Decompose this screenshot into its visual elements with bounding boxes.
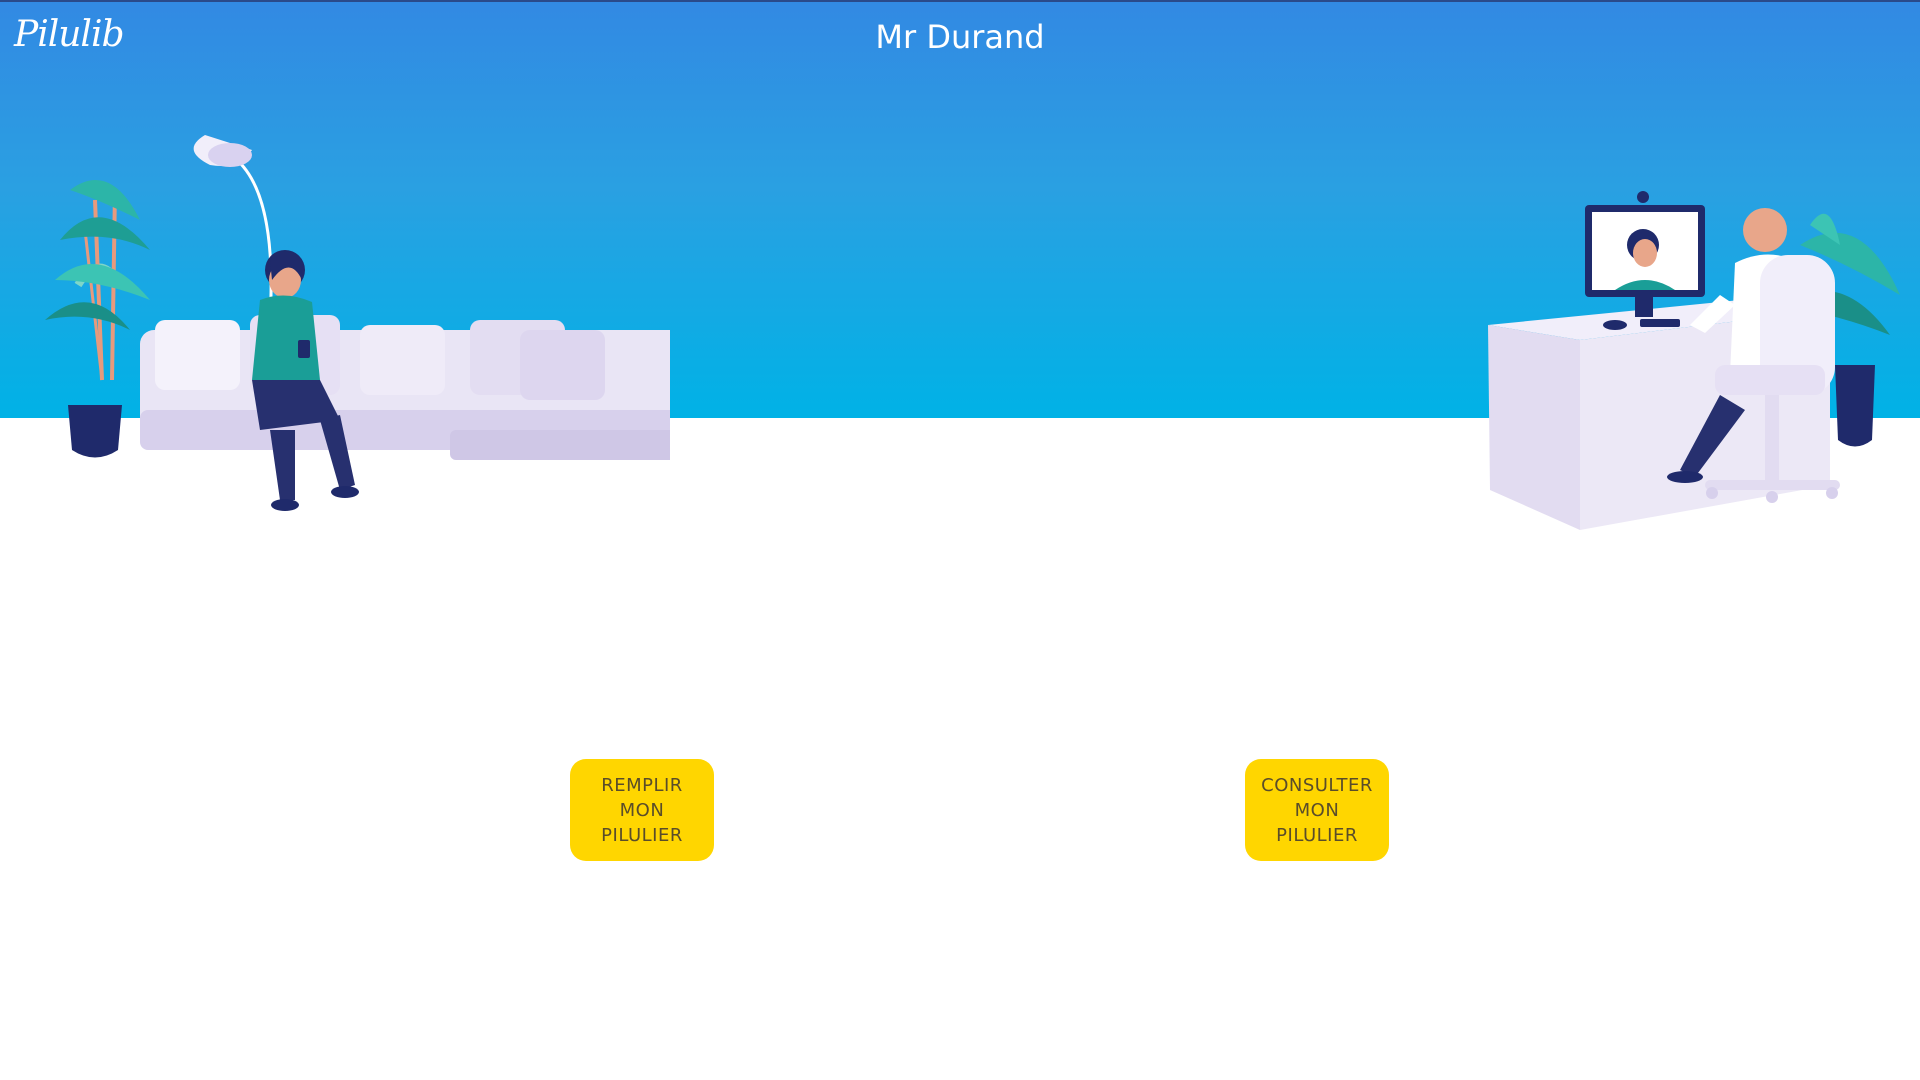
sofa-icon <box>140 315 670 460</box>
page-title: Mr Durand <box>875 18 1045 56</box>
woman-on-sofa-illustration <box>45 135 670 511</box>
floor-lamp-icon <box>193 135 273 321</box>
plant-left-icon <box>45 180 150 458</box>
fill-pillbox-button[interactable]: REMPLIR MON PILULIER <box>570 759 714 861</box>
top-border <box>0 0 1920 2</box>
view-pillbox-button[interactable]: CONSULTER MON PILULIER <box>1245 759 1389 861</box>
page: Pilulib Mr Durand REMPLIR MON PILULIER C… <box>0 0 1920 1080</box>
doctor-teleconsultation-illustration <box>1488 191 1900 530</box>
